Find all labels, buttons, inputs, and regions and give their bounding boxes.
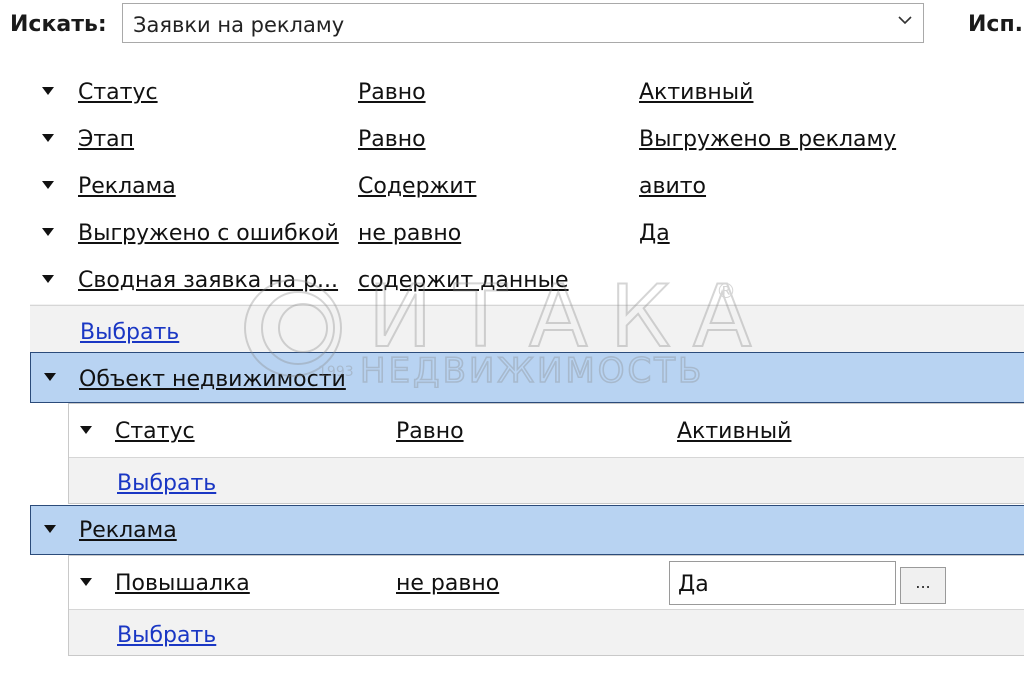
filter-value[interactable]: Активный (639, 80, 753, 105)
collapse-triangle-icon[interactable] (44, 373, 56, 381)
ad-filter-divider (69, 609, 1024, 610)
expand-triangle-icon[interactable] (42, 87, 54, 95)
filter-operator[interactable]: Равно (358, 127, 426, 152)
filter-value[interactable]: авито (639, 174, 706, 199)
browse-button[interactable]: ... (900, 567, 946, 604)
filter-operator[interactable]: не равно (396, 571, 499, 596)
filter-operator[interactable]: не равно (358, 221, 461, 246)
filter-field[interactable]: Статус (78, 80, 158, 105)
filter-operator[interactable]: Равно (358, 80, 426, 105)
filter-field[interactable]: Сводная заявка на р... (78, 268, 338, 293)
expand-triangle-icon[interactable] (42, 134, 54, 142)
filter-value[interactable]: Выгружено в рекламу (639, 127, 896, 152)
expand-triangle-icon[interactable] (80, 578, 92, 586)
expand-triangle-icon[interactable] (42, 275, 54, 283)
expand-triangle-icon[interactable] (42, 181, 54, 189)
filter-value[interactable]: Да (639, 221, 670, 246)
chevron-down-icon (898, 16, 912, 25)
search-type-select[interactable]: Заявки на рекламу (122, 3, 924, 43)
use-label: Исп. (968, 12, 1024, 37)
filter-field[interactable]: Повышалка (115, 571, 250, 596)
filter-field[interactable]: Выгружено с ошибкой (78, 221, 339, 246)
object-filter-divider (69, 457, 1024, 458)
filter-operator[interactable]: Содержит (358, 174, 476, 199)
object-filter-list (69, 404, 1024, 457)
expand-triangle-icon[interactable] (42, 228, 54, 236)
filter-field[interactable]: Статус (115, 419, 195, 444)
select-button[interactable]: Выбрать (80, 320, 179, 345)
section-object-title[interactable]: Объект недвижимости (79, 367, 346, 392)
section-ad-title[interactable]: Реклама (79, 518, 177, 543)
collapse-triangle-icon[interactable] (44, 525, 56, 533)
select-button[interactable]: Выбрать (117, 623, 216, 648)
filter-field[interactable]: Реклама (78, 174, 176, 199)
filter-field[interactable]: Этап (78, 127, 134, 152)
filter-value-input[interactable]: Да (669, 561, 896, 605)
search-type-value: Заявки на рекламу (133, 13, 345, 37)
expand-triangle-icon[interactable] (80, 426, 92, 434)
search-label: Искать: (10, 12, 107, 37)
filter-operator[interactable]: содержит данные (358, 268, 569, 293)
main-filter-divider (30, 305, 1024, 306)
filter-value[interactable]: Активный (677, 419, 791, 444)
section-ad-header[interactable] (30, 505, 1024, 555)
filter-operator[interactable]: Равно (396, 419, 464, 444)
filter-value-text: Да (678, 572, 709, 597)
select-button[interactable]: Выбрать (117, 471, 216, 496)
